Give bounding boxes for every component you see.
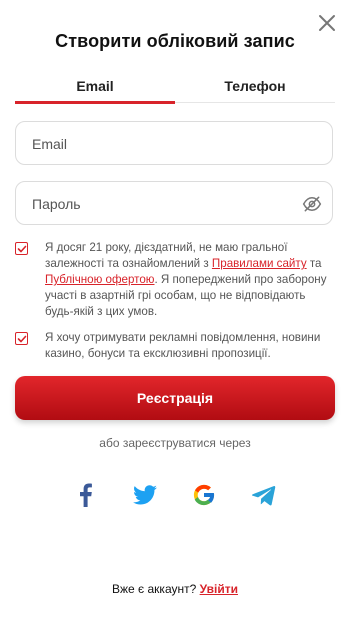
password-input[interactable] xyxy=(30,182,304,226)
active-tab-indicator xyxy=(15,101,175,104)
checkmark-icon xyxy=(17,335,27,343)
site-rules-link[interactable]: Правилами сайту xyxy=(212,257,307,270)
age-consent-checkbox[interactable] xyxy=(15,242,28,255)
google-icon xyxy=(193,484,215,506)
checkmark-icon xyxy=(17,245,27,253)
age-consent-text: Я досяг 21 року, дієздатний, не маю грал… xyxy=(45,241,327,318)
telegram-button[interactable] xyxy=(251,482,277,508)
login-link[interactable]: Увійти xyxy=(200,582,238,596)
facebook-button[interactable] xyxy=(73,482,99,508)
public-offer-link[interactable]: Публічною офертою xyxy=(45,273,154,286)
login-prompt: Вже є аккаунт? Увійти xyxy=(112,582,238,596)
google-button[interactable] xyxy=(191,482,217,508)
register-button[interactable]: Реєстрація xyxy=(15,376,335,420)
twitter-icon xyxy=(133,485,157,505)
eye-off-icon[interactable] xyxy=(302,194,322,214)
twitter-button[interactable] xyxy=(132,482,158,508)
tabs: Email Телефон xyxy=(15,72,335,104)
tab-phone[interactable]: Телефон xyxy=(175,78,335,94)
email-input[interactable] xyxy=(30,122,304,166)
page-title: Створити обліковий запис xyxy=(55,31,295,51)
marketing-consent-checkbox[interactable] xyxy=(15,332,28,345)
marketing-consent-text: Я хочу отримувати рекламні повідомлення,… xyxy=(45,331,321,360)
social-signup-label: або зареєструватися через xyxy=(99,436,251,450)
email-field-container xyxy=(15,121,333,166)
tab-email[interactable]: Email xyxy=(15,78,175,94)
telegram-icon xyxy=(251,486,276,506)
password-field-container xyxy=(15,181,333,226)
facebook-icon xyxy=(80,483,92,507)
